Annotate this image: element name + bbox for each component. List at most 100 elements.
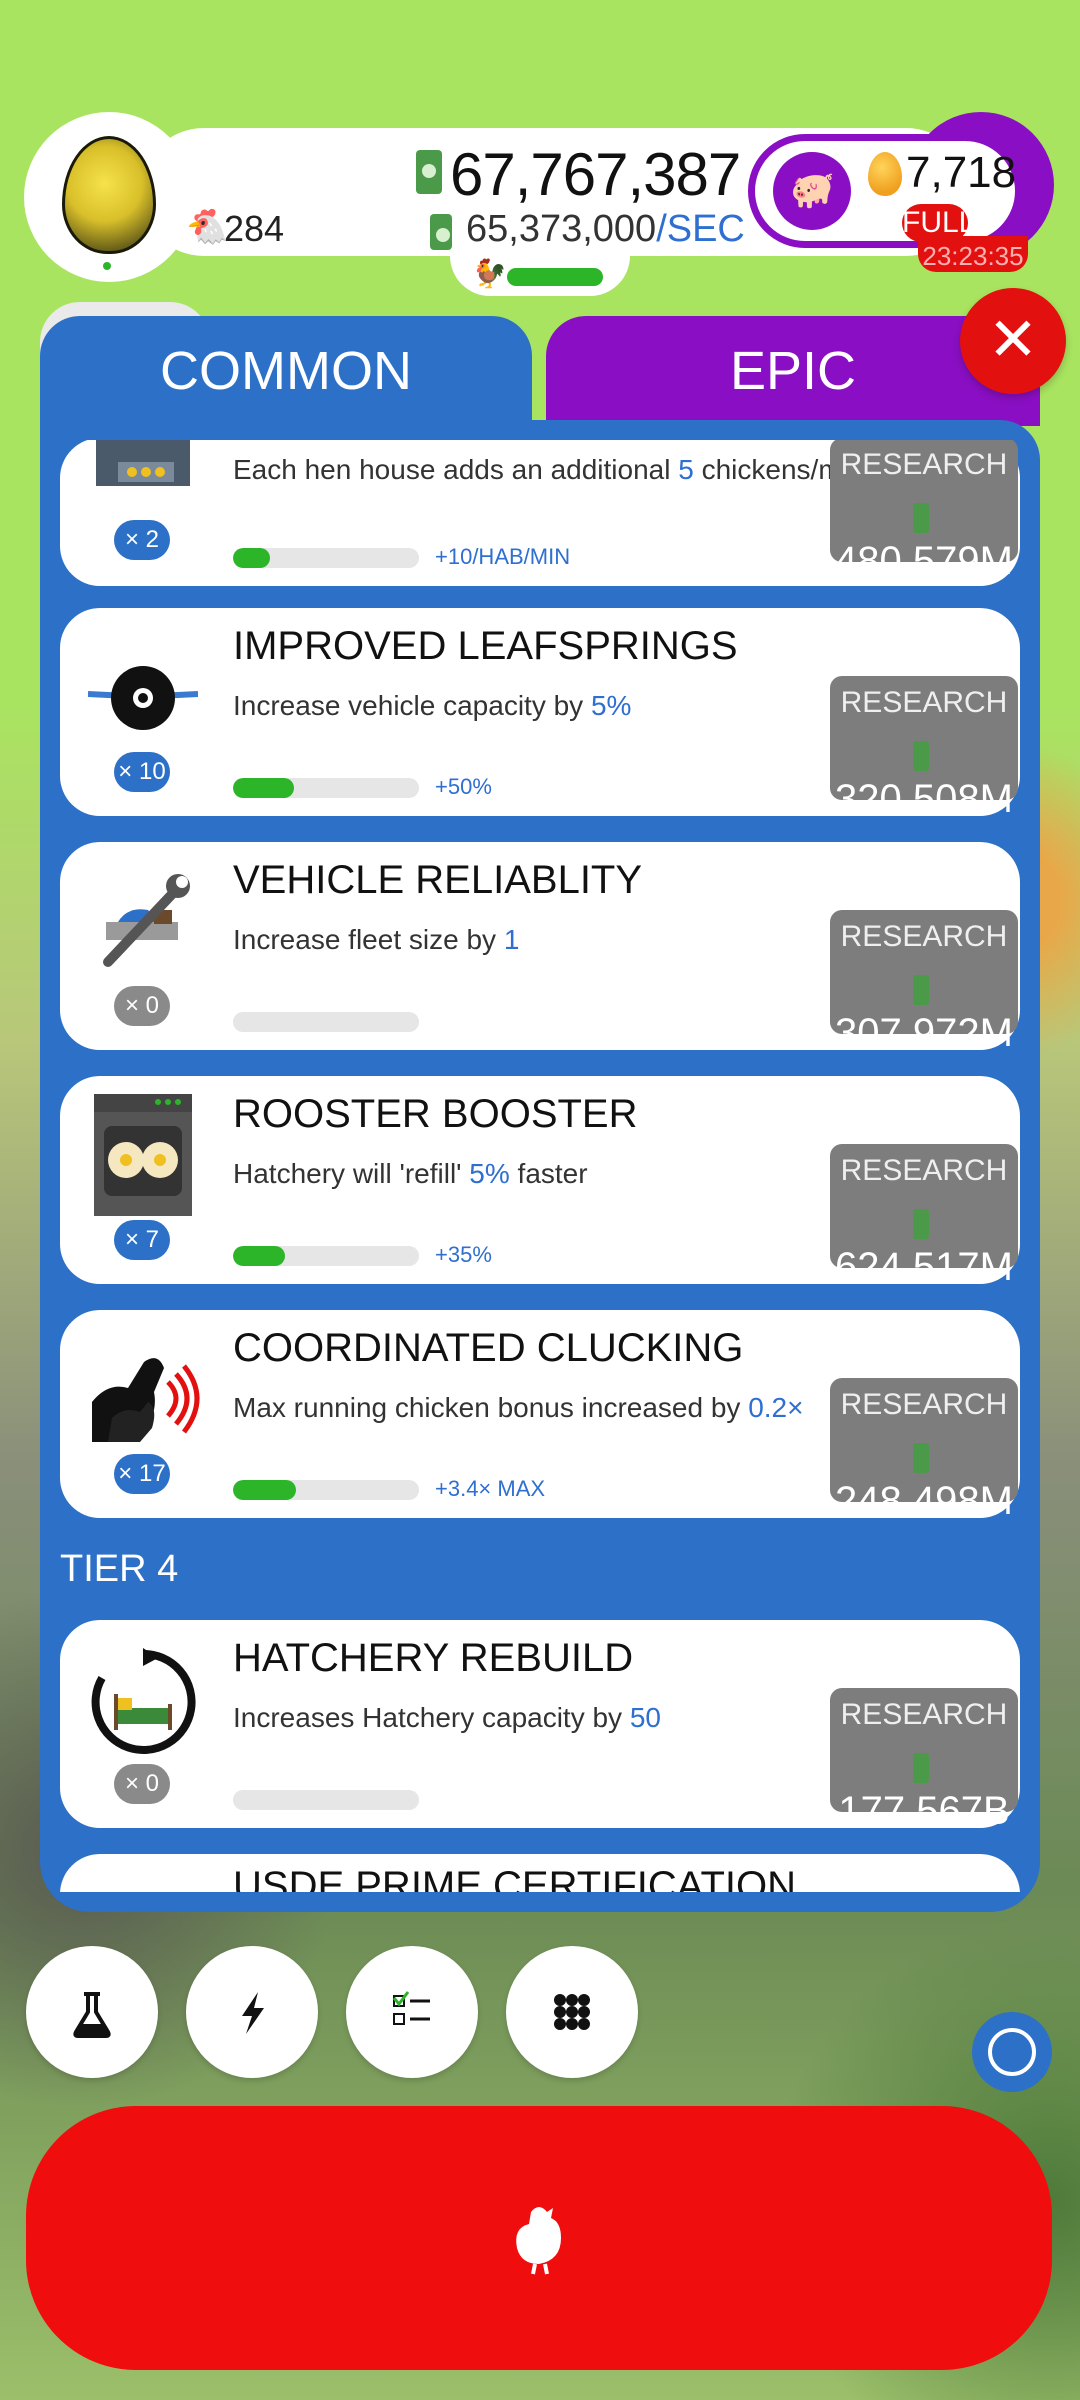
research-button-label: RESEARCH: [840, 1388, 1008, 1421]
boost-button[interactable]: [186, 1946, 318, 2078]
research-desc: Hatchery will 'refill' 5% faster: [233, 1158, 588, 1190]
chicken-icon: 🐔: [186, 208, 229, 246]
research-button-label: RESEARCH: [840, 1698, 1008, 1731]
close-button[interactable]: ✕: [960, 288, 1066, 394]
research-list[interactable]: Each hen house adds an additional 5 chic…: [40, 440, 1040, 1892]
research-level-badge: × 10: [114, 752, 170, 792]
research-button[interactable]: RESEARCH 177.567B: [830, 1688, 1018, 1833]
cash-rate-icon: [430, 214, 452, 250]
research-level-badge: × 17: [114, 1454, 170, 1494]
golden-egg-currency-icon: [868, 152, 902, 196]
research-button[interactable]: RESEARCH 320.508M: [830, 676, 1018, 821]
research-desc: Increases Hatchery capacity by 50: [233, 1702, 661, 1734]
piggy-timer: 23:23:35: [918, 236, 1028, 272]
cash-icon: [416, 150, 442, 194]
desc-value: 1: [503, 924, 520, 955]
research-button-label: RESEARCH: [840, 1154, 1008, 1187]
desc-text: Increases Hatchery capacity by: [233, 1702, 630, 1733]
money-rate: 65,373,000/SEC: [466, 208, 745, 251]
money-rate-unit: /SEC: [656, 208, 745, 250]
research-progress-track: [233, 1246, 419, 1266]
research-card-coordinated-clucking: COORDINATED CLUCKING Max running chicken…: [60, 1310, 1020, 1523]
clucking-chickens-icon: [88, 1338, 200, 1448]
research-card-hatchery-rebuild: HATCHERY REBUILD Increases Hatchery capa…: [60, 1620, 1020, 1833]
desc-value: 0.2×: [748, 1392, 804, 1423]
research-progress-fill: [233, 548, 271, 568]
research-progress-track: [233, 1480, 419, 1500]
research-card-partial: USDE PRIME CERTIFICATION: [60, 1854, 1020, 1892]
research-title: ROOSTER BOOSTER: [233, 1092, 638, 1136]
desc-text: Each hen house adds an additional: [233, 454, 679, 485]
research-progress-track: [233, 778, 419, 798]
hatch-progress-bar: [507, 268, 603, 286]
research-desc: Max running chicken bonus increased by 0…: [233, 1392, 803, 1424]
desc-value: 5%: [469, 1158, 510, 1189]
camera-toggle-button[interactable]: [972, 2012, 1052, 2092]
research-level-badge: × 0: [114, 986, 170, 1026]
desc-value: 5%: [590, 690, 632, 721]
desc-text: Increase fleet size by: [233, 924, 504, 955]
egg-indicator-dot: [103, 262, 111, 270]
desc-text-end: faster: [509, 1158, 588, 1189]
research-bonus-label: +3.4× MAX: [435, 1476, 546, 1501]
missions-button[interactable]: [346, 1946, 478, 2078]
research-progress-fill: [233, 778, 295, 798]
research-desc: Increase fleet size by 1: [233, 924, 519, 956]
menu-grid-button[interactable]: [506, 1946, 638, 2078]
research-button[interactable]: RESEARCH 480.579M: [830, 440, 1018, 583]
grid-icon: [554, 1994, 590, 2030]
research-title: IMPROVED LEAFSPRINGS: [233, 624, 738, 668]
desc-text: Max running chicken bonus increased by: [233, 1392, 749, 1423]
research-button-label: RESEARCH: [840, 920, 1008, 953]
checklist-icon: [392, 1991, 430, 2025]
money-rate-value: 65,373,000: [466, 208, 657, 250]
desc-text: Hatchery will 'refill': [233, 1158, 470, 1189]
research-card-rooster-booster: ROOSTER BOOSTER Hatchery will 'refill' 5…: [60, 1076, 1020, 1289]
research-card-improved-leafsprings: IMPROVED LEAFSPRINGS Increase vehicle ca…: [60, 608, 1020, 821]
lightning-icon: [242, 1992, 264, 2034]
chicken-hatch-icon: [516, 2207, 561, 2275]
research-title: VEHICLE RELIABLITY: [233, 858, 643, 902]
money-total: 67,767,387: [450, 141, 741, 208]
research-card-vehicle-reliability: VEHICLE RELIABLITY Increase fleet size b…: [60, 842, 1020, 1055]
research-cost: 320.508M: [830, 732, 1018, 822]
research-button-label: RESEARCH: [840, 448, 1008, 481]
research-button[interactable]: RESEARCH 307.972M: [830, 910, 1018, 1055]
desc-text: Increase vehicle capacity by: [233, 690, 591, 721]
research-progress-track: [233, 1012, 419, 1032]
research-cost: 248.498M: [830, 1434, 1018, 1524]
research-desc: Each hen house adds an additional 5 chic…: [233, 454, 863, 486]
hen-house-icon: [88, 440, 198, 490]
tab-common[interactable]: COMMON: [40, 316, 532, 426]
research-bonus-label: +35%: [435, 1242, 492, 1267]
research-flask-button[interactable]: [26, 1946, 158, 2078]
research-title: HATCHERY REBUILD: [233, 1636, 634, 1680]
hatch-chicken-button[interactable]: [26, 2106, 1052, 2370]
golden-egg-count: 7,718: [906, 148, 1017, 197]
research-desc: Increase vehicle capacity by 5%: [233, 690, 631, 722]
research-bonus-label: +50%: [435, 774, 492, 799]
running-chicken-icon: 🐓: [472, 258, 507, 289]
research-button[interactable]: RESEARCH 624.517M: [830, 1144, 1018, 1289]
research-cost: 624.517M: [830, 1200, 1018, 1290]
desc-value: 50: [629, 1702, 661, 1733]
research-level-badge: × 7: [114, 1220, 170, 1260]
hatchery-machine-icon: [88, 1094, 198, 1216]
research-bonus-label: +10/HAB/MIN: [435, 544, 571, 569]
wrench-truck-icon: [88, 870, 198, 980]
research-cost: 307.972M: [830, 966, 1018, 1056]
research-cost: 480.579M: [830, 494, 1018, 584]
research-progress-fill: [233, 1246, 286, 1266]
hatchery-rebuild-icon: [88, 1648, 198, 1758]
research-level-badge: × 2: [114, 520, 170, 560]
piggy-bank-icon: 🐖: [790, 169, 835, 210]
vehicle-wheel-icon: [87, 636, 199, 746]
research-button[interactable]: RESEARCH 248.498M: [830, 1378, 1018, 1523]
research-card-hen-house: Each hen house adds an additional 5 chic…: [60, 440, 1020, 586]
research-cost: 177.567B: [830, 1744, 1018, 1834]
desc-value: 5: [678, 454, 694, 485]
tier-heading: TIER 4: [60, 1548, 179, 1590]
research-progress-track: [233, 548, 419, 568]
flask-icon: [73, 1992, 111, 2038]
chicken-count: 284: [224, 208, 285, 249]
